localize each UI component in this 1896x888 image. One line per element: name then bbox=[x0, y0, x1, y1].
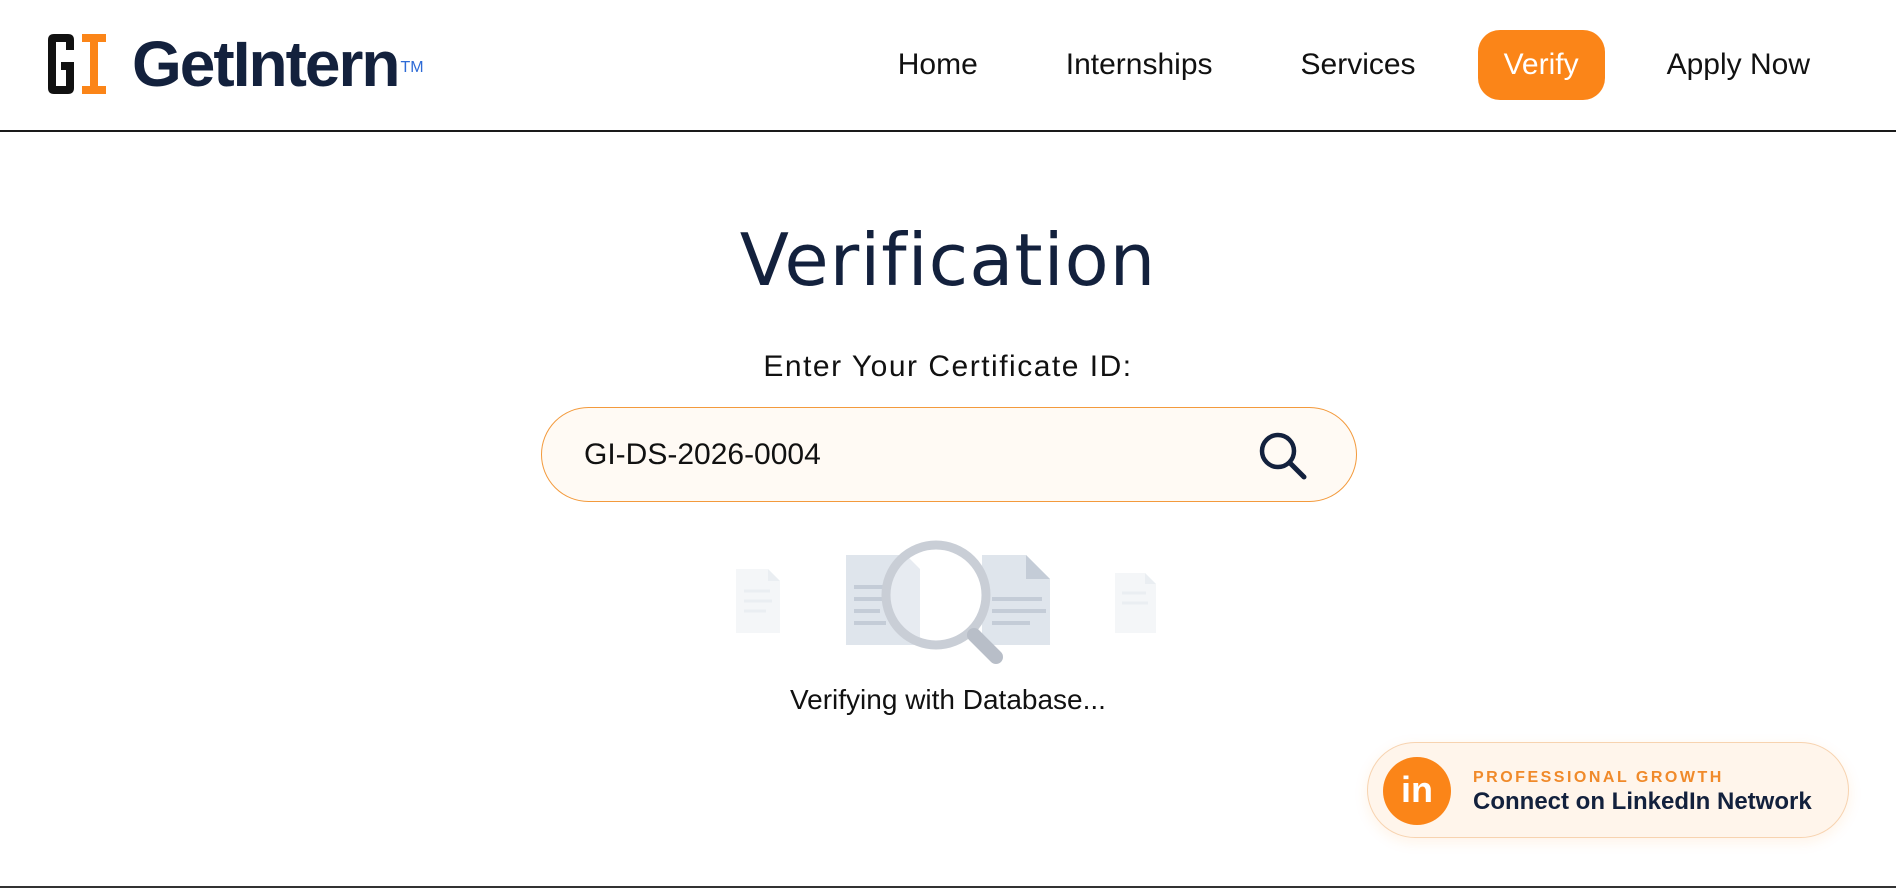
page-title: Verification bbox=[739, 218, 1157, 302]
nav-apply-now[interactable]: Apply Now bbox=[1641, 30, 1836, 100]
linkedin-title: Connect on LinkedIn Network bbox=[1473, 788, 1812, 815]
brand-logo[interactable]: GetIntern TM bbox=[46, 28, 424, 100]
search-icon bbox=[1259, 432, 1307, 480]
nav-verify[interactable]: Verify bbox=[1477, 30, 1605, 100]
document-icon bbox=[736, 569, 780, 633]
document-icon bbox=[982, 555, 1050, 645]
logo-mark-icon bbox=[48, 34, 106, 94]
verification-status: Verifying with Database... bbox=[790, 684, 1106, 715]
brand-name: GetIntern TM bbox=[132, 28, 424, 100]
certificate-id-input[interactable] bbox=[584, 430, 1224, 480]
certificate-id-label: Enter Your Certificate ID: bbox=[763, 350, 1133, 383]
site-header: GetIntern TM Home Internships Services Ve… bbox=[0, 0, 1896, 132]
main-nav: Home Internships Services Verify Apply N… bbox=[836, 30, 1836, 100]
certificate-search-box bbox=[541, 407, 1357, 502]
nav-services[interactable]: Services bbox=[1275, 30, 1442, 100]
linkedin-eyebrow: PROFESSIONAL GROWTH bbox=[1473, 769, 1724, 786]
linkedin-icon: in bbox=[1383, 757, 1451, 825]
linkedin-connect-card[interactable]: in PROFESSIONAL GROWTH Connect on Linked… bbox=[1367, 742, 1849, 838]
document-icon bbox=[1115, 573, 1156, 633]
nav-internships[interactable]: Internships bbox=[1040, 30, 1239, 100]
trademark-symbol: TM bbox=[400, 59, 424, 76]
search-button[interactable] bbox=[1256, 429, 1310, 483]
nav-home[interactable]: Home bbox=[872, 30, 1004, 100]
verifying-illustration bbox=[736, 540, 1156, 664]
